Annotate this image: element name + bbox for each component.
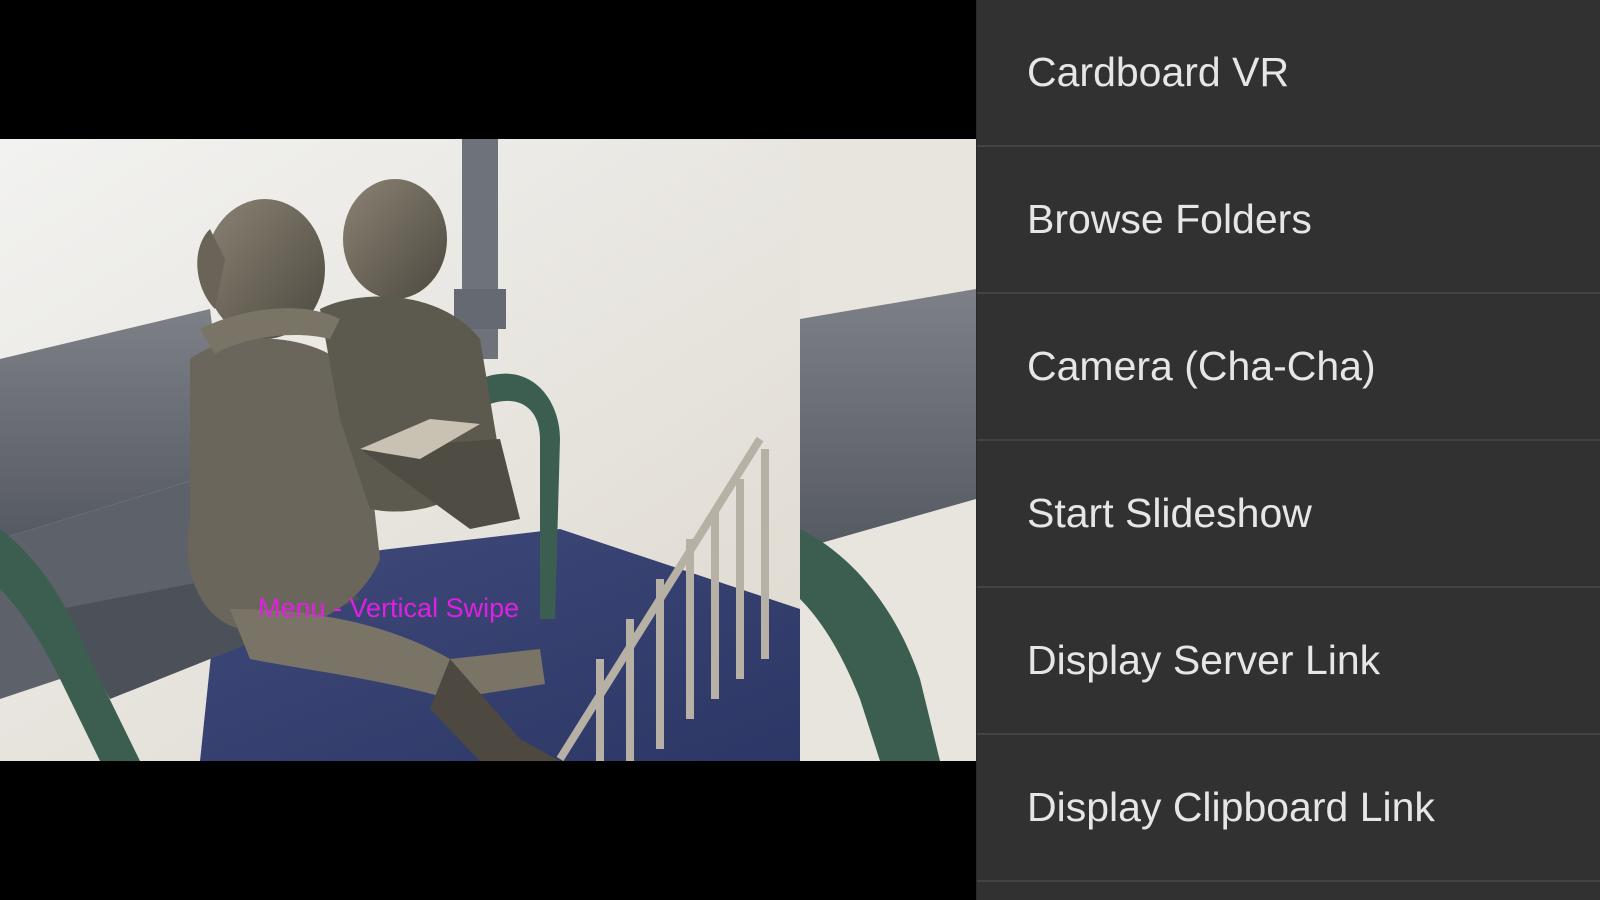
menu-item-display-clipboard-link[interactable]: Display Clipboard Link xyxy=(977,735,1600,882)
screen: Menu - Vertical Swipe Cardboard VR Brows… xyxy=(0,0,1600,900)
menu-item-label: Cardboard VR xyxy=(1027,49,1290,95)
menu-item-camera[interactable]: Camera (Cha-Cha) xyxy=(977,294,1600,441)
statue-photo-illustration xyxy=(0,139,976,761)
menu-item-cardboard-vr[interactable]: Cardboard VR xyxy=(977,0,1600,147)
menu-item-display-server-link[interactable]: Display Server Link xyxy=(977,588,1600,735)
photo-image[interactable]: Menu - Vertical Swipe xyxy=(0,139,976,761)
menu-item-browse-folders[interactable]: Browse Folders xyxy=(977,147,1600,294)
menu-item-label: Camera (Cha-Cha) xyxy=(1027,343,1376,389)
menu-item-start-slideshow[interactable]: Start Slideshow xyxy=(977,441,1600,588)
menu-item-label: Display Clipboard Link xyxy=(1027,784,1435,830)
photo-viewer[interactable]: Menu - Vertical Swipe xyxy=(0,0,976,900)
menu-item-label: Browse Folders xyxy=(1027,196,1312,242)
side-menu: Cardboard VR Browse Folders Camera (Cha-… xyxy=(976,0,1600,900)
gesture-hint-text: Menu - Vertical Swipe xyxy=(258,593,520,623)
menu-item-label: Display Server Link xyxy=(1027,637,1381,683)
menu-item-label: Start Slideshow xyxy=(1027,490,1312,536)
